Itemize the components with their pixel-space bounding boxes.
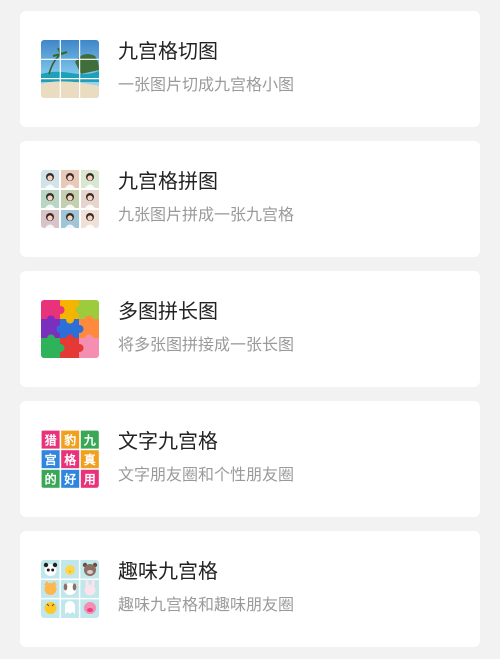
text-grid-char: 的 [45,472,57,487]
tool-subtitle: 将多张图拼接成一张长图 [118,335,295,354]
text-grid-char: 好 [63,472,76,487]
puzzle-pieces-icon [41,300,99,358]
tool-title: 文字九宫格 [118,429,218,453]
portrait-collage-icon [41,170,99,228]
text-grid-char: 格 [64,452,77,467]
tool-list: 九宫格切图 一张图片切成九宫格小图 九宫格拼图 九张图片拼成一张九宫格 多图拼长… [0,0,500,659]
text-grid-char: 豹 [63,433,76,448]
text-grid-char: 真 [84,452,96,467]
tool-subtitle: 文字朋友圈和个性朋友圈 [118,465,295,484]
animal-faces-grid-icon [41,560,99,618]
text-grid-char: 猎 [45,433,57,448]
text-grid-char: 宫 [45,452,57,467]
tool-card-grid-collage[interactable]: 九宫格拼图 九张图片拼成一张九宫格 [20,141,480,257]
text-grid-char: 九 [83,433,96,448]
tool-title: 多图拼长图 [118,299,218,323]
text-grid-char: 用 [83,473,96,487]
tool-title: 九宫格拼图 [118,169,218,193]
tool-card-text-grid[interactable]: 猎豹九宫格真的好用 文字九宫格 文字朋友圈和个性朋友圈 [20,401,480,517]
tool-card-grid-cut[interactable]: 九宫格切图 一张图片切成九宫格小图 [20,11,480,127]
tool-title: 趣味九宫格 [118,559,218,583]
tool-card-long-image[interactable]: 多图拼长图 将多张图拼接成一张长图 [20,271,480,387]
tool-subtitle: 一张图片切成九宫格小图 [118,75,295,94]
tool-subtitle: 趣味九宫格和趣味朋友圈 [118,595,295,614]
tool-title: 九宫格切图 [118,39,218,63]
text-grid-icon: 猎豹九宫格真的好用 [41,430,99,488]
tool-card-fun-grid[interactable]: 趣味九宫格 趣味九宫格和趣味朋友圈 [20,531,480,647]
tool-subtitle: 九张图片拼成一张九宫格 [118,205,295,224]
beach-photo-grid-icon [41,40,99,98]
